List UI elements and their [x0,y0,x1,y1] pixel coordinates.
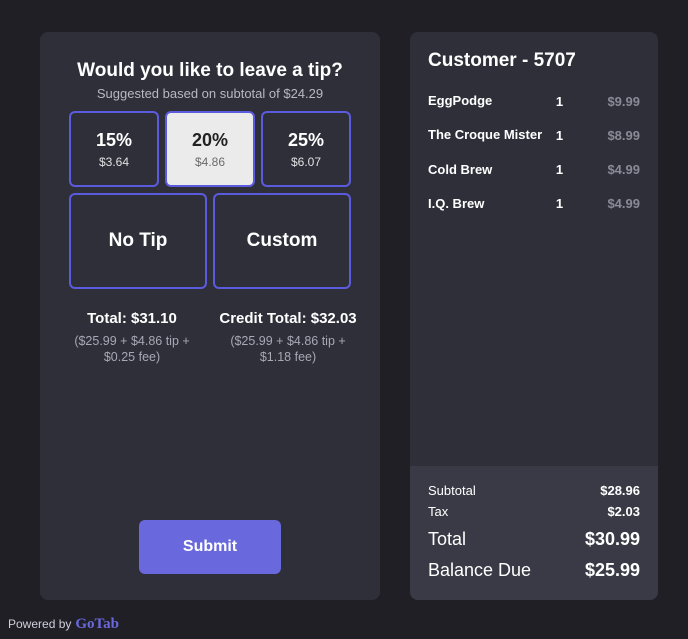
tax-value: $2.03 [607,504,640,519]
tip-panel: Would you like to leave a tip? Suggested… [40,32,380,600]
tip-options: 15% $3.64 20% $4.86 25% $6.07 No Tip Cus… [62,111,358,289]
tip-option-15[interactable]: 15% $3.64 [69,111,159,187]
total-value: $30.99 [585,529,640,550]
tip-option-custom[interactable]: Custom [213,193,351,289]
brand-logo: GoTab [75,616,119,633]
item-price: $9.99 [572,94,640,109]
order-item: Cold Brew 1 $4.99 [428,153,640,187]
subtotal-value: $28.96 [600,483,640,498]
total-breakdown: ($25.99 + $4.86 tip + $0.25 fee) [62,333,202,367]
totals-row: Total: $31.10 ($25.99 + $4.86 tip + $0.2… [62,309,358,366]
item-qty: 1 [547,128,572,143]
item-name: I.Q. Brew [428,196,547,212]
summary-balance: Balance Due $25.99 [428,557,640,584]
tip-amount: $4.86 [195,155,225,169]
tip-amount: $3.64 [99,155,129,169]
balance-value: $25.99 [585,560,640,581]
tip-percent: 15% [96,130,132,151]
item-name: Cold Brew [428,162,547,178]
tip-percent: 20% [192,130,228,151]
subtotal-label: Subtotal [428,483,476,498]
tip-percent: 25% [288,130,324,151]
tip-subtext: Suggested based on subtotal of $24.29 [62,86,358,101]
credit-total-label: Credit Total: $32.03 [218,309,358,329]
order-summary: Subtotal $28.96 Tax $2.03 Total $30.99 B… [410,466,658,600]
tip-option-no-tip[interactable]: No Tip [69,193,207,289]
item-name: The Croque Mister [428,127,547,143]
order-item: I.Q. Brew 1 $4.99 [428,187,640,221]
total-label: Total: $31.10 [62,309,202,329]
balance-label: Balance Due [428,560,531,581]
item-price: $8.99 [572,128,640,143]
no-tip-label: No Tip [101,229,176,253]
order-item: EggPodge 1 $9.99 [428,84,640,118]
order-panel: Customer - 5707 EggPodge 1 $9.99 The Cro… [410,32,658,600]
item-price: $4.99 [572,162,640,177]
powered-by: Powered by GoTab [8,616,119,633]
total-credit: Credit Total: $32.03 ($25.99 + $4.86 tip… [218,309,358,366]
order-items: EggPodge 1 $9.99 The Croque Mister 1 $8.… [410,84,658,221]
item-qty: 1 [547,94,572,109]
tip-amount: $6.07 [291,155,321,169]
credit-total-breakdown: ($25.99 + $4.86 tip + $1.18 fee) [218,333,358,367]
tip-heading: Would you like to leave a tip? [62,60,358,82]
summary-tax: Tax $2.03 [428,501,640,522]
total-cash: Total: $31.10 ($25.99 + $4.86 tip + $0.2… [62,309,202,366]
tip-option-20[interactable]: 20% $4.86 [165,111,255,187]
item-qty: 1 [547,196,572,211]
order-header: Customer - 5707 [410,32,658,84]
item-qty: 1 [547,162,572,177]
summary-subtotal: Subtotal $28.96 [428,480,640,501]
item-price: $4.99 [572,196,640,211]
powered-label: Powered by [8,617,71,631]
submit-button[interactable]: Submit [139,520,281,574]
custom-label: Custom [239,229,326,253]
tip-option-25[interactable]: 25% $6.07 [261,111,351,187]
item-name: EggPodge [428,93,547,109]
summary-total: Total $30.99 [428,526,640,553]
total-label: Total [428,529,466,550]
order-item: The Croque Mister 1 $8.99 [428,118,640,152]
tax-label: Tax [428,504,448,519]
